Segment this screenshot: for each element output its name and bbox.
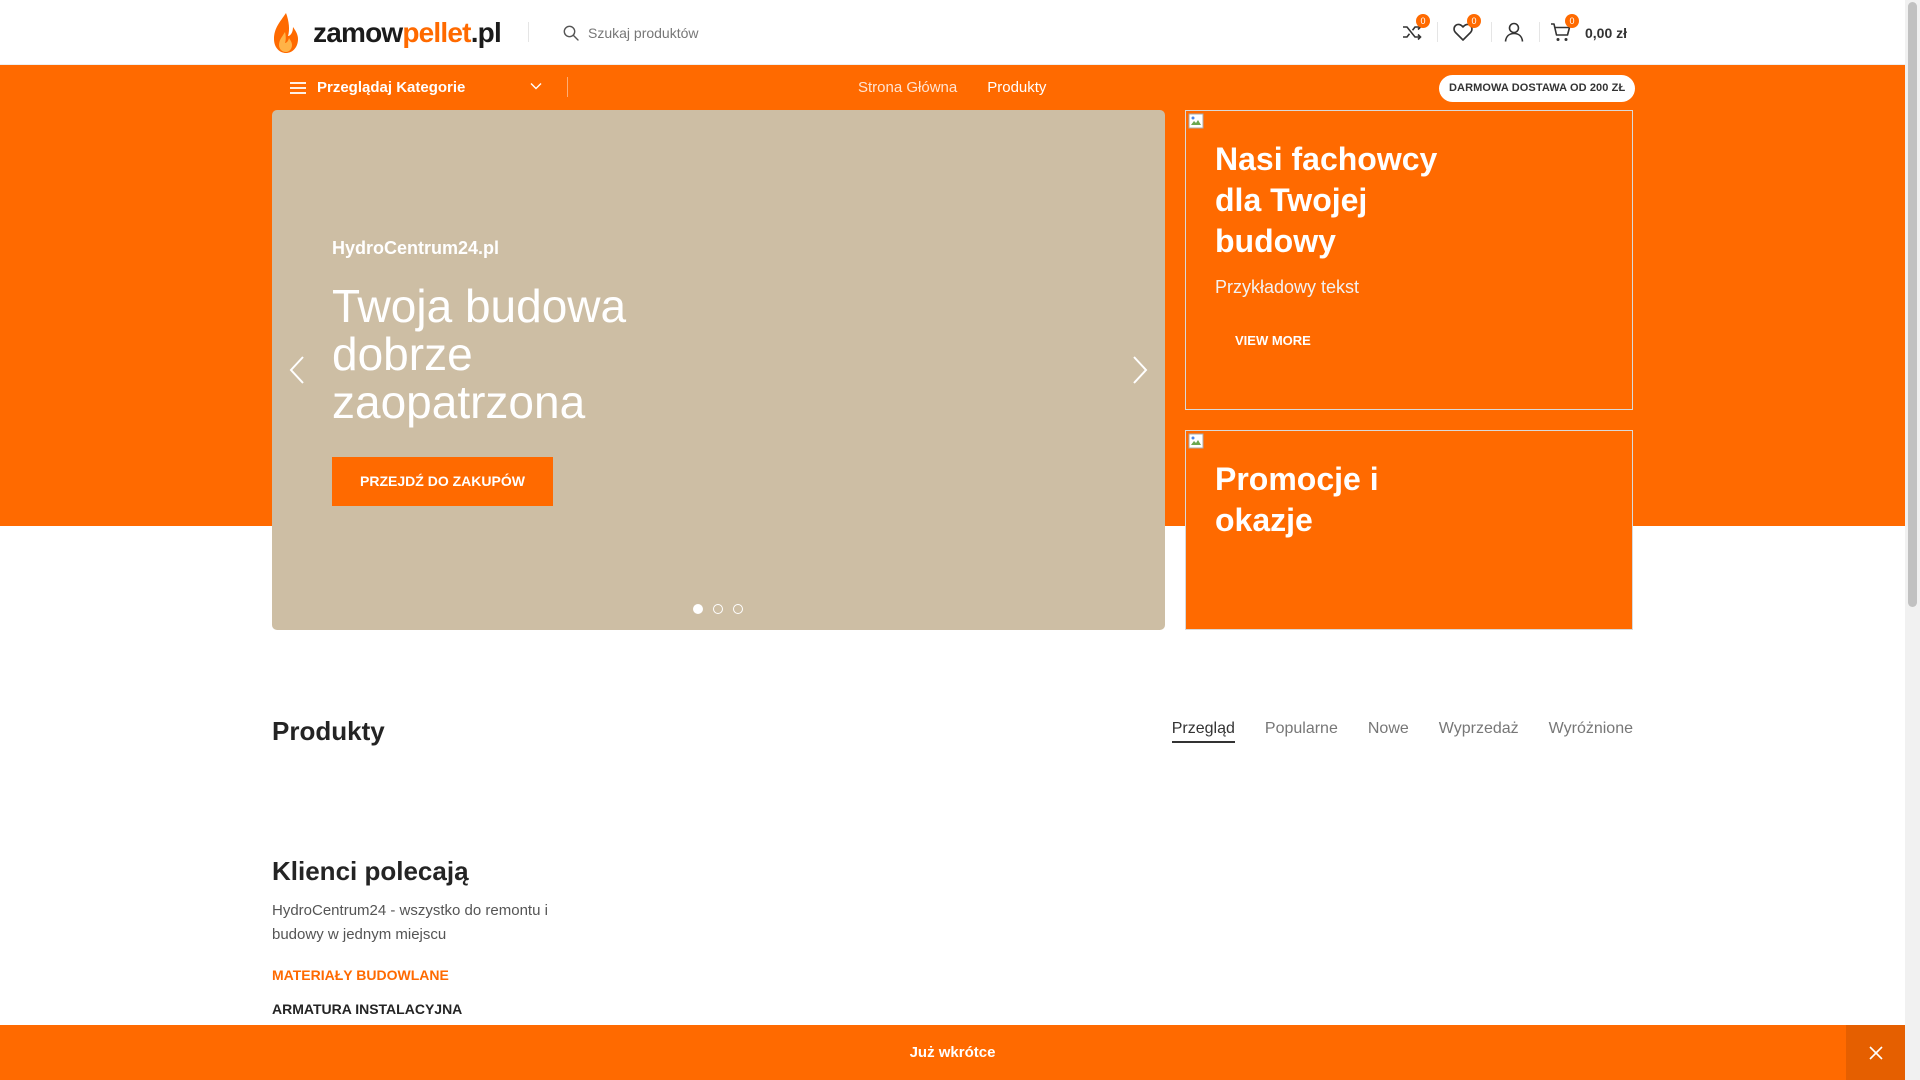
banner-title: Nasi fachowcy dla Twojej budowy (1215, 141, 1438, 259)
banner-title: Promocje i okazje (1215, 461, 1379, 538)
compare-count-badge: 0 (1416, 14, 1430, 28)
clients-description: HydroCentrum24 - wszystko do remontu i b… (272, 902, 548, 943)
menu-icon (290, 81, 306, 94)
slider-pagination (693, 604, 753, 614)
banner-text: Przykładowy tekst (1215, 277, 1360, 297)
tab-popular[interactable]: Popularne (1265, 720, 1338, 743)
cart-count-badge: 0 (1565, 14, 1579, 28)
header-divider (528, 22, 529, 42)
category-link-fittings[interactable]: ARMATURA INSTALACYJNA (272, 1001, 462, 1017)
tab-sale[interactable]: Wyprzedaż (1439, 720, 1519, 743)
cart-button[interactable]: 0 (1549, 14, 1579, 44)
slider-prev-arrow-icon[interactable] (288, 355, 306, 385)
logo-part-3: .pl (470, 17, 502, 48)
main-navigation: Przeglądaj Kategorie Strona Główna Produ… (0, 65, 1905, 110)
cart-total[interactable]: 0,00 zł (1585, 25, 1627, 41)
header: zamowpellet.pl 0 0 (0, 0, 1905, 65)
shop-now-button[interactable]: PRZEJDŹ DO ZAKUPÓW (332, 457, 553, 506)
scrollbar-thumb[interactable] (1908, 2, 1917, 607)
tab-new[interactable]: Nowe (1368, 720, 1409, 743)
nav-divider (567, 77, 568, 97)
search-input[interactable] (588, 25, 988, 41)
product-tabs: Przegląd Popularne Nowe Wyprzedaż Wyróżn… (1142, 720, 1633, 743)
search-bar (563, 18, 1123, 48)
chevron-down-icon (530, 83, 542, 90)
search-icon[interactable] (563, 25, 579, 41)
logo-text: zamowpellet.pl (313, 17, 502, 49)
account-button[interactable] (1502, 20, 1526, 44)
category-link-building-materials[interactable]: MATERIAŁY BUDOWLANE (272, 967, 449, 983)
slide-title: Twoja budowa dobrze zaopatrzona (332, 280, 627, 428)
flame-logo-icon (274, 13, 298, 53)
wishlist-count-badge: 0 (1467, 14, 1481, 28)
nav-link-products[interactable]: Produkty (987, 79, 1046, 96)
clients-section-title: Klienci polecają (272, 856, 469, 886)
slide-subtitle: HydroCentrum24.pl (332, 238, 500, 258)
notice-text: Już wkrótce (909, 1044, 996, 1061)
page-scrollbar[interactable] (1905, 0, 1920, 1080)
logo-part-2: pellet (402, 17, 471, 48)
slider-dot-3[interactable] (733, 604, 743, 614)
tab-featured[interactable]: Wyróżnione (1549, 720, 1633, 743)
broken-image-icon (1188, 113, 1204, 129)
header-divider (1437, 22, 1438, 42)
compare-button[interactable]: 0 (1400, 14, 1430, 44)
viewport: zamowpellet.pl 0 0 (0, 0, 1905, 1080)
promo-banner-deals[interactable]: Promocje i okazje (1185, 430, 1633, 630)
view-more-button[interactable]: VIEW MORE (1215, 321, 1331, 361)
close-icon (1868, 1045, 1883, 1060)
header-divider (1491, 22, 1492, 42)
promo-banner-experts[interactable]: Nasi fachowcy dla Twojej budowy Przykład… (1185, 110, 1633, 410)
nav-links: Strona Główna Produkty (858, 65, 1076, 110)
site-logo[interactable]: zamowpellet.pl (272, 12, 502, 54)
slider-next-arrow-icon[interactable] (1131, 355, 1149, 385)
nav-link-home[interactable]: Strona Główna (858, 79, 957, 96)
tab-overview[interactable]: Przegląd (1171, 720, 1235, 743)
notice-bar: Już wkrótce (0, 1025, 1905, 1080)
header-divider (1539, 22, 1540, 42)
products-section-title: Produkty (272, 716, 385, 746)
slider-dot-1[interactable] (693, 604, 703, 614)
broken-image-icon (1188, 433, 1204, 449)
hero-slider: HydroCentrum24.pl Twoja budowa dobrze za… (272, 110, 1165, 630)
user-icon (1504, 22, 1524, 42)
browse-categories-button[interactable]: Przeglądaj Kategorie (272, 65, 550, 110)
logo-part-1: zamow (313, 17, 403, 48)
notice-close-button[interactable] (1846, 1025, 1905, 1080)
free-shipping-badge: DARMOWA DOSTAWA OD 200 ZŁ (1439, 75, 1636, 102)
page: zamowpellet.pl 0 0 (0, 0, 1920, 1080)
browse-categories-label: Przeglądaj Kategorie (317, 79, 466, 96)
wishlist-button[interactable]: 0 (1451, 14, 1481, 44)
slider-dot-2[interactable] (713, 604, 723, 614)
